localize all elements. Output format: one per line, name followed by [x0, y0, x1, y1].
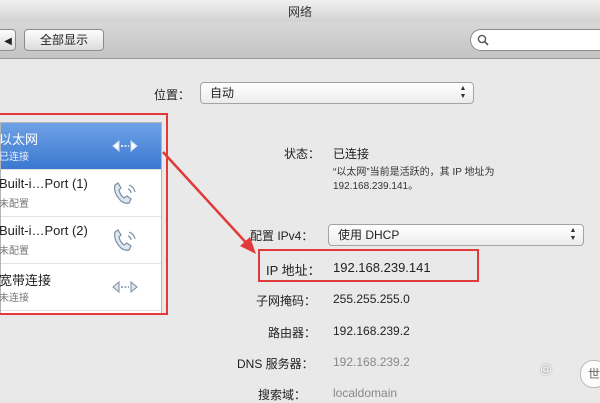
annotation-box-ip-address — [258, 249, 479, 282]
search-domain-value: localdomain — [333, 386, 398, 400]
status-description: “以太网”当前是活跃的，其 IP 地址为 192.168.239.141。 — [333, 166, 553, 194]
watermark-text: @ — [540, 362, 553, 376]
subnet-mask-label: 子网掩码： — [256, 294, 317, 308]
watermark: @ 世 — [540, 360, 600, 388]
ipv4-select[interactable]: 使用 DHCP ▲ ▼ — [328, 224, 584, 246]
watermark-logo: 世 — [580, 360, 600, 388]
show-all-button[interactable]: 全部显示 — [24, 29, 104, 51]
search-icon — [477, 34, 489, 46]
toolbar: ◀ 全部显示 — [0, 22, 600, 59]
updown-arrows-icon: ▲ ▼ — [569, 227, 577, 242]
updown-arrows-icon: ▲ ▼ — [459, 85, 467, 100]
subnet-mask-value: 255.255.255.0 — [333, 292, 410, 306]
router-value: 192.168.239.2 — [333, 324, 410, 338]
location-value: 自动 — [210, 86, 235, 100]
search-domain-label: 搜索域： — [258, 388, 307, 402]
status-description-line: 192.168.239.141。 — [333, 181, 419, 192]
annotation-box-service-list — [0, 113, 168, 315]
status-label: 状态： — [284, 147, 321, 161]
dns-label: DNS 服务器： — [237, 357, 314, 371]
ipv4-value: 使用 DHCP — [338, 228, 400, 242]
location-select[interactable]: 自动 ▲ ▼ — [200, 82, 474, 104]
chevron-left-icon: ◀ — [4, 36, 12, 47]
window-title: 网络 — [287, 5, 312, 19]
search-input[interactable] — [470, 29, 600, 51]
back-button[interactable]: ◀ — [0, 29, 16, 51]
window-title-bar: 网络 — [0, 0, 600, 22]
location-label: 位置： — [154, 88, 191, 102]
ipv4-label: 配置 IPv4： — [250, 229, 314, 243]
router-label: 路由器： — [268, 326, 317, 340]
status-value: 已连接 — [333, 147, 370, 161]
dns-value: 192.168.239.2 — [333, 355, 410, 369]
status-description-line: “以太网”当前是活跃的，其 IP 地址为 — [333, 167, 495, 178]
